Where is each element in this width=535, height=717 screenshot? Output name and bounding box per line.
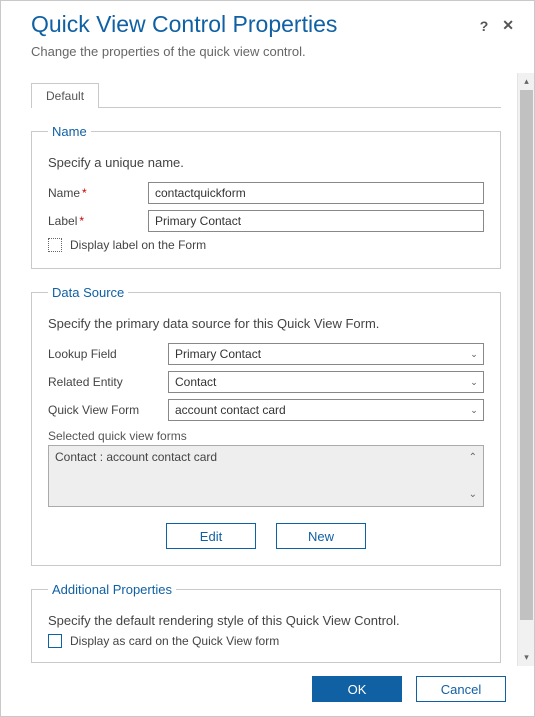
scroll-up-arrow-icon[interactable]: ▴ <box>518 73 534 90</box>
edit-button[interactable]: Edit <box>166 523 256 549</box>
name-instruction: Specify a unique name. <box>48 155 484 170</box>
dialog-footer: OK Cancel <box>1 666 534 716</box>
vertical-scrollbar[interactable]: ▴ ▾ <box>517 73 534 666</box>
data-source-buttons: Edit New <box>48 523 484 549</box>
header-icons: ? ✕ <box>480 17 514 34</box>
dialog-subtitle: Change the properties of the quick view … <box>1 44 534 73</box>
row-name: Name * <box>48 182 484 204</box>
dialog-body: Default Name Specify a unique name. Name… <box>1 73 534 666</box>
row-lookup-field: Lookup Field Primary Contact ⌄ <box>48 343 484 365</box>
content-area: Default Name Specify a unique name. Name… <box>1 73 517 666</box>
required-asterisk-icon: * <box>82 186 87 200</box>
tab-default[interactable]: Default <box>31 83 99 108</box>
label-name: Name * <box>48 186 148 200</box>
close-icon[interactable]: ✕ <box>502 17 514 34</box>
row-display-label: Display label on the Form <box>48 238 484 252</box>
lookup-field-select[interactable]: Primary Contact ⌄ <box>168 343 484 365</box>
label-label-text: Label <box>48 214 77 228</box>
fieldset-name: Name Specify a unique name. Name * Label… <box>31 124 501 269</box>
tab-underline <box>31 107 501 108</box>
legend-name: Name <box>48 124 91 139</box>
data-source-instruction: Specify the primary data source for this… <box>48 316 484 331</box>
display-as-card-checkbox[interactable] <box>48 634 62 648</box>
tab-strip: Default <box>31 83 501 108</box>
lookup-field-value: Primary Contact <box>169 347 465 361</box>
display-as-card-text: Display as card on the Quick View form <box>70 634 279 648</box>
dialog-title: Quick View Control Properties <box>31 11 480 38</box>
scroll-down-arrow-icon[interactable]: ▾ <box>518 649 534 666</box>
scroll-thumb[interactable] <box>520 90 533 620</box>
row-quick-view-form: Quick View Form account contact card ⌄ <box>48 399 484 421</box>
selected-forms-label: Selected quick view forms <box>48 429 484 443</box>
selected-forms-item: Contact : account contact card <box>55 450 217 464</box>
row-related-entity: Related Entity Contact ⌄ <box>48 371 484 393</box>
display-label-checkbox[interactable] <box>48 238 62 252</box>
selected-forms-list[interactable]: Contact : account contact card ⌃ ⌄ <box>48 445 484 507</box>
legend-data-source: Data Source <box>48 285 128 300</box>
dialog-header: Quick View Control Properties ? ✕ <box>1 1 534 44</box>
dialog-quick-view-properties: Quick View Control Properties ? ✕ Change… <box>0 0 535 717</box>
label-quick-view-form: Quick View Form <box>48 403 168 417</box>
quick-view-form-value: account contact card <box>169 403 465 417</box>
related-entity-value: Contact <box>169 375 465 389</box>
required-asterisk-icon: * <box>79 214 84 228</box>
label-name-text: Name <box>48 186 80 200</box>
display-label-text: Display label on the Form <box>70 238 206 252</box>
quick-view-form-select[interactable]: account contact card ⌄ <box>168 399 484 421</box>
label-label: Label * <box>48 214 148 228</box>
label-related-entity: Related Entity <box>48 375 168 389</box>
chevron-down-icon[interactable]: ⌄ <box>469 489 477 500</box>
additional-instruction: Specify the default rendering style of t… <box>48 613 484 628</box>
ok-button[interactable]: OK <box>312 676 402 702</box>
related-entity-select[interactable]: Contact ⌄ <box>168 371 484 393</box>
chevron-down-icon: ⌄ <box>465 405 483 416</box>
fieldset-data-source: Data Source Specify the primary data sou… <box>31 285 501 566</box>
legend-additional: Additional Properties <box>48 582 176 597</box>
cancel-button[interactable]: Cancel <box>416 676 506 702</box>
chevron-down-icon: ⌄ <box>465 349 483 360</box>
row-display-as-card: Display as card on the Quick View form <box>48 634 484 648</box>
label-input[interactable] <box>148 210 484 232</box>
chevron-up-icon[interactable]: ⌃ <box>469 452 477 463</box>
new-button[interactable]: New <box>276 523 366 549</box>
row-label: Label * <box>48 210 484 232</box>
name-input[interactable] <box>148 182 484 204</box>
chevron-down-icon: ⌄ <box>465 377 483 388</box>
fieldset-additional-properties: Additional Properties Specify the defaul… <box>31 582 501 663</box>
help-icon[interactable]: ? <box>480 18 489 34</box>
label-lookup-field: Lookup Field <box>48 347 168 361</box>
